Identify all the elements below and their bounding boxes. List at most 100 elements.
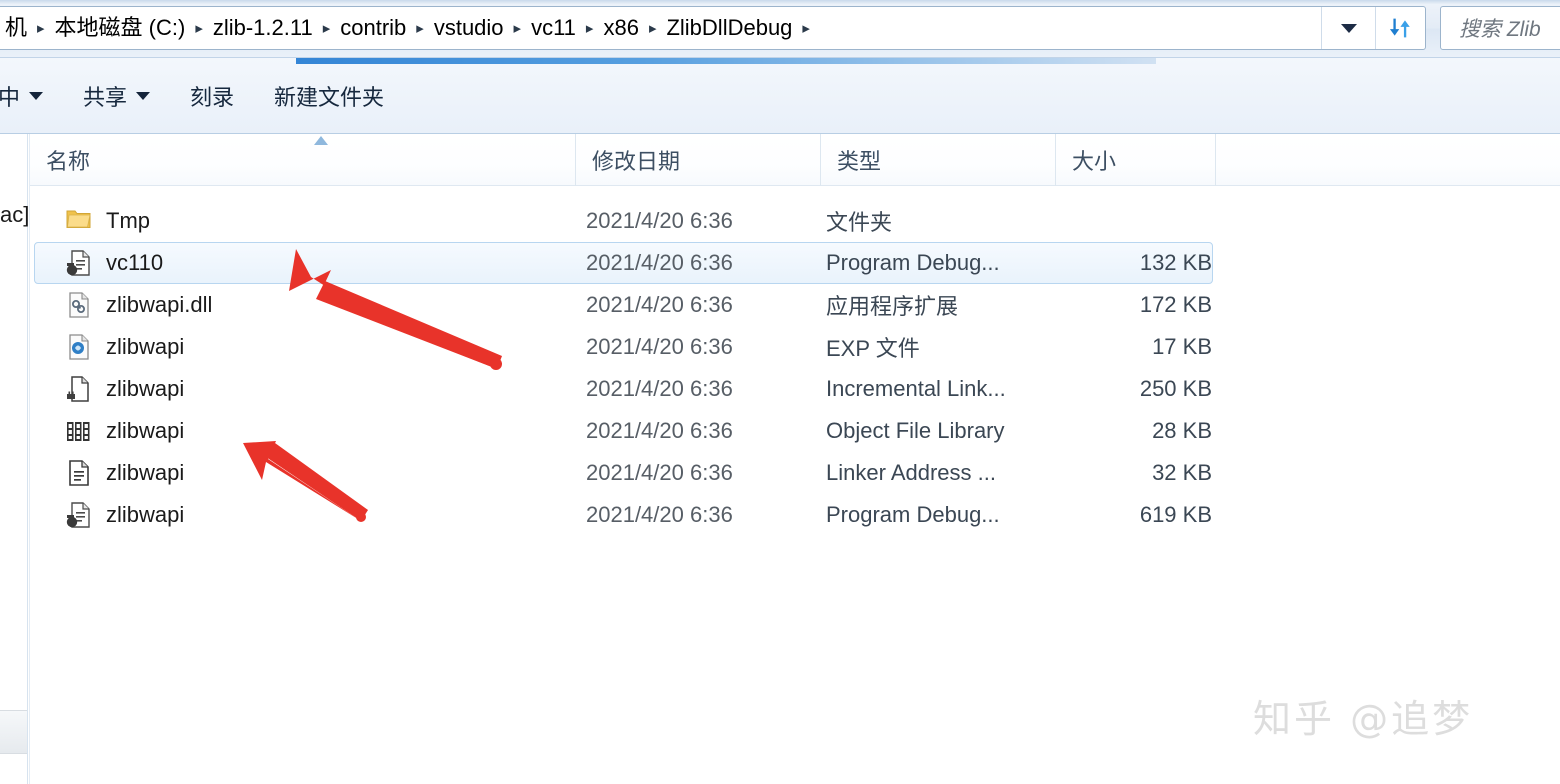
- lib-file-icon: [66, 417, 92, 445]
- search-box[interactable]: 搜索 Zlib: [1440, 6, 1560, 50]
- file-name-cell[interactable]: zlibwapi.dll: [66, 284, 212, 326]
- text-file-icon: [66, 459, 92, 487]
- file-name-cell[interactable]: zlibwapi: [66, 410, 184, 452]
- breadcrumb-separator-icon: ▸: [513, 19, 522, 37]
- breadcrumb[interactable]: 机 ▸ 本地磁盘 (C:) ▸ zlib-1.2.11 ▸ contrib ▸ …: [0, 7, 1321, 49]
- file-size-cell: 28 KB: [1152, 418, 1212, 443]
- file-size-cell: 250 KB: [1139, 376, 1212, 401]
- address-history-dropdown-button[interactable]: [1321, 7, 1375, 49]
- table-row[interactable]: Tmp 2021/4/20 6:36 文件夹: [30, 200, 1560, 242]
- search-input[interactable]: 搜索 Zlib: [1459, 13, 1541, 43]
- file-type-cell: Object File Library: [826, 418, 1005, 443]
- file-type-cell: Program Debug...: [826, 250, 1000, 275]
- window-top-edge: [0, 0, 1560, 4]
- breadcrumb-item-x86[interactable]: x86: [597, 14, 644, 42]
- column-header-label: 修改日期: [592, 149, 681, 174]
- file-name-label: zlibwapi: [106, 334, 185, 359]
- toolbar-accent-highlight: [296, 58, 1156, 64]
- table-row[interactable]: zlibwapi 2021/4/20 6:36 Object File Libr…: [30, 410, 1560, 452]
- column-header-size[interactable]: 大小: [1056, 134, 1216, 186]
- file-date-cell: 2021/4/20 6:36: [586, 208, 733, 233]
- file-date-cell: 2021/4/20 6:36: [586, 250, 733, 275]
- breadcrumb-bar[interactable]: 机 ▸ 本地磁盘 (C:) ▸ zlib-1.2.11 ▸ contrib ▸ …: [0, 6, 1426, 50]
- navigation-pane[interactable]: ac]: [0, 134, 29, 784]
- file-name-cell[interactable]: zlibwapi: [66, 494, 184, 536]
- toolbar-item-label: 共享: [83, 85, 128, 110]
- breadcrumb-item-zlibdlldebug[interactable]: ZlibDllDebug: [660, 14, 798, 42]
- file-date-cell: 2021/4/20 6:36: [586, 418, 733, 443]
- pdb-file-icon: [66, 501, 92, 529]
- breadcrumb-separator-icon: ▸: [802, 19, 810, 37]
- dll-file-icon: [66, 291, 92, 319]
- breadcrumb-item-local-disk[interactable]: 本地磁盘 (C:): [49, 14, 192, 42]
- breadcrumb-separator-icon: ▸: [322, 19, 331, 37]
- breadcrumb-separator-icon: ▸: [37, 19, 45, 37]
- nav-pane-horizontal-scrollbar[interactable]: [0, 710, 27, 754]
- file-date-cell: 2021/4/20 6:36: [586, 376, 733, 401]
- file-type-cell: EXP 文件: [826, 336, 920, 361]
- file-name-cell[interactable]: zlibwapi: [66, 452, 184, 494]
- file-name-cell[interactable]: Tmp: [66, 200, 150, 242]
- file-list-rows: Tmp 2021/4/20 6:36 文件夹 vc110 2021/4/20 6…: [30, 186, 1560, 536]
- column-header-date-modified[interactable]: 修改日期: [576, 134, 821, 186]
- toolbar-item-share[interactable]: 共享: [63, 72, 170, 120]
- file-name-cell[interactable]: zlibwapi: [66, 368, 184, 410]
- table-row[interactable]: vc110 2021/4/20 6:36 Program Debug... 13…: [30, 242, 1560, 284]
- file-type-cell: Program Debug...: [826, 502, 1000, 527]
- explorer-window: 机 ▸ 本地磁盘 (C:) ▸ zlib-1.2.11 ▸ contrib ▸ …: [0, 0, 1560, 784]
- file-name-label: zlibwapi: [106, 460, 185, 485]
- nav-pane-partial-item[interactable]: ac]: [0, 202, 29, 228]
- file-name-label: zlibwapi: [106, 418, 185, 443]
- file-size-cell: [1070, 200, 1212, 242]
- file-size-cell: 172 KB: [1139, 292, 1212, 317]
- file-date-cell: 2021/4/20 6:36: [586, 334, 733, 359]
- file-name-cell[interactable]: vc110: [66, 242, 163, 284]
- breadcrumb-partial-root[interactable]: 机: [0, 14, 33, 42]
- file-name-label: zlibwapi: [106, 376, 185, 401]
- file-date-cell: 2021/4/20 6:36: [586, 460, 733, 485]
- file-name-label: zlibwapi.dll: [106, 292, 213, 317]
- column-header-type[interactable]: 类型: [821, 134, 1056, 186]
- table-row[interactable]: zlibwapi.dll 2021/4/20 6:36 应用程序扩展 172 K…: [30, 284, 1560, 326]
- breadcrumb-item-contrib[interactable]: contrib: [334, 14, 412, 42]
- file-name-cell[interactable]: zlibwapi: [66, 326, 184, 368]
- toolbar-item-label: 刻录: [190, 85, 235, 110]
- column-header-name[interactable]: 名称: [30, 134, 576, 186]
- file-list-header: 名称 修改日期 类型 大小: [30, 134, 1560, 186]
- file-name-label: Tmp: [106, 208, 150, 233]
- file-type-cell: Incremental Link...: [826, 376, 1006, 401]
- refresh-icon: [1389, 18, 1410, 38]
- file-date-cell: 2021/4/20 6:36: [586, 292, 733, 317]
- column-header-label: 名称: [46, 149, 91, 174]
- file-name-label: vc110: [106, 250, 164, 275]
- toolbar-item-include-in-library[interactable]: 中: [0, 72, 63, 120]
- command-toolbar: 中 共享 刻录 新建文件夹: [0, 58, 1560, 134]
- refresh-button[interactable]: [1375, 7, 1425, 49]
- breadcrumb-item-zlib[interactable]: zlib-1.2.11: [207, 14, 319, 42]
- folder-icon: [66, 207, 92, 235]
- pdb-file-icon: [66, 249, 92, 277]
- file-type-cell: Linker Address ...: [826, 460, 996, 485]
- chevron-down-icon: [136, 92, 151, 100]
- file-size-cell: 32 KB: [1152, 460, 1212, 485]
- breadcrumb-item-vc11[interactable]: vc11: [525, 14, 582, 42]
- toolbar-item-label: 中: [0, 85, 21, 110]
- table-row[interactable]: zlibwapi 2021/4/20 6:36 EXP 文件 17 KB: [30, 326, 1560, 368]
- file-list-pane: 名称 修改日期 类型 大小 Tmp 2021/4/20 6:36 文件夹 vc1…: [29, 134, 1560, 784]
- toolbar-item-new-folder[interactable]: 新建文件夹: [254, 72, 404, 120]
- ilk-file-icon: [66, 375, 92, 403]
- file-type-cell: 文件夹: [826, 210, 893, 235]
- breadcrumb-item-vstudio[interactable]: vstudio: [428, 14, 510, 42]
- table-row[interactable]: zlibwapi 2021/4/20 6:36 Program Debug...…: [30, 494, 1560, 536]
- toolbar-item-label: 新建文件夹: [274, 85, 385, 110]
- table-row[interactable]: zlibwapi 2021/4/20 6:36 Linker Address .…: [30, 452, 1560, 494]
- chevron-down-icon: [1340, 23, 1357, 33]
- file-type-cell: 应用程序扩展: [826, 294, 959, 319]
- column-header-label: 类型: [837, 149, 882, 174]
- file-name-label: zlibwapi: [106, 502, 185, 527]
- toolbar-item-burn[interactable]: 刻录: [170, 72, 254, 120]
- watermark: 知乎 @追梦: [1253, 697, 1474, 741]
- column-header-label: 大小: [1072, 149, 1117, 174]
- file-size-cell: 619 KB: [1139, 502, 1212, 527]
- table-row[interactable]: zlibwapi 2021/4/20 6:36 Incremental Link…: [30, 368, 1560, 410]
